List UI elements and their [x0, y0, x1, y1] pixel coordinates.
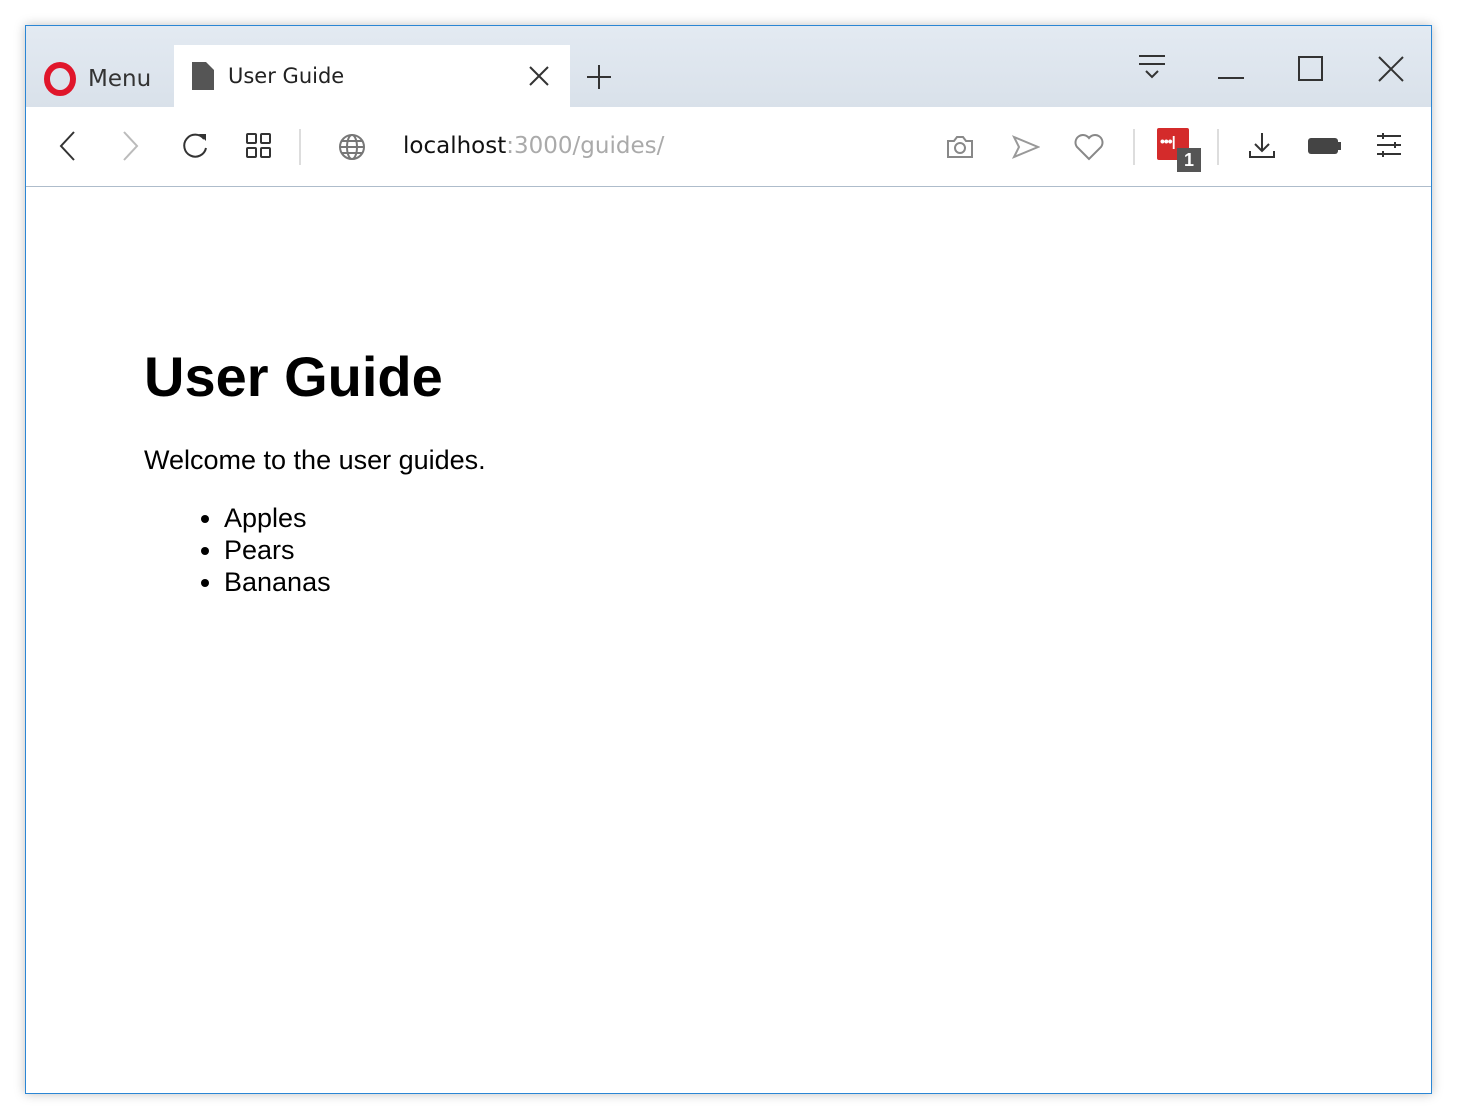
reload-icon[interactable] [181, 131, 209, 161]
navigation-toolbar: localhost:3000/guides/ •••| 1 [26, 107, 1431, 187]
tab-title: User Guide [228, 64, 345, 88]
tab-user-guide[interactable]: User Guide [174, 45, 570, 107]
divider [299, 129, 301, 165]
document-icon [192, 62, 214, 90]
battery-icon[interactable] [1308, 137, 1342, 155]
close-window-icon[interactable] [1378, 56, 1404, 82]
speed-dial-icon[interactable] [246, 133, 272, 159]
forward-icon[interactable] [122, 131, 140, 161]
dots-icon: •••| [1160, 133, 1176, 149]
divider [1217, 129, 1219, 165]
intro-text: Welcome to the user guides. [144, 445, 486, 475]
send-icon[interactable] [1012, 135, 1040, 159]
menu-label: Menu [88, 66, 152, 92]
globe-icon [339, 134, 365, 160]
list-item: Pears [224, 534, 486, 566]
title-bar: Menu User Guide [26, 26, 1431, 107]
close-tab-icon[interactable] [528, 65, 550, 87]
url-host: localhost [403, 133, 507, 159]
divider [1133, 129, 1135, 165]
address-bar[interactable]: localhost:3000/guides/ [403, 133, 664, 159]
list-item: Bananas [224, 566, 486, 598]
heart-icon[interactable] [1074, 133, 1104, 161]
extension-badge: 1 [1177, 148, 1201, 172]
browser-window: Menu User Guide localhost:3000/guides/ •… [25, 25, 1432, 1094]
download-icon[interactable] [1248, 131, 1276, 159]
page-title: User Guide [144, 345, 443, 408]
page-content: User Guide Welcome to the user guides. A… [144, 344, 486, 598]
list-item: Apples [224, 502, 486, 534]
opera-logo-icon [44, 62, 76, 96]
camera-icon[interactable] [946, 135, 974, 159]
new-tab-icon[interactable] [586, 64, 612, 90]
fruit-list: Apples Pears Bananas [144, 502, 486, 598]
maximize-icon[interactable] [1298, 56, 1324, 82]
tab-menu-icon[interactable] [1138, 54, 1166, 80]
back-icon[interactable] [58, 131, 76, 161]
url-path: :3000/guides/ [506, 133, 665, 159]
opera-menu-button[interactable]: Menu [44, 62, 151, 96]
easy-setup-icon[interactable] [1376, 133, 1402, 157]
minimize-icon[interactable] [1218, 76, 1244, 80]
